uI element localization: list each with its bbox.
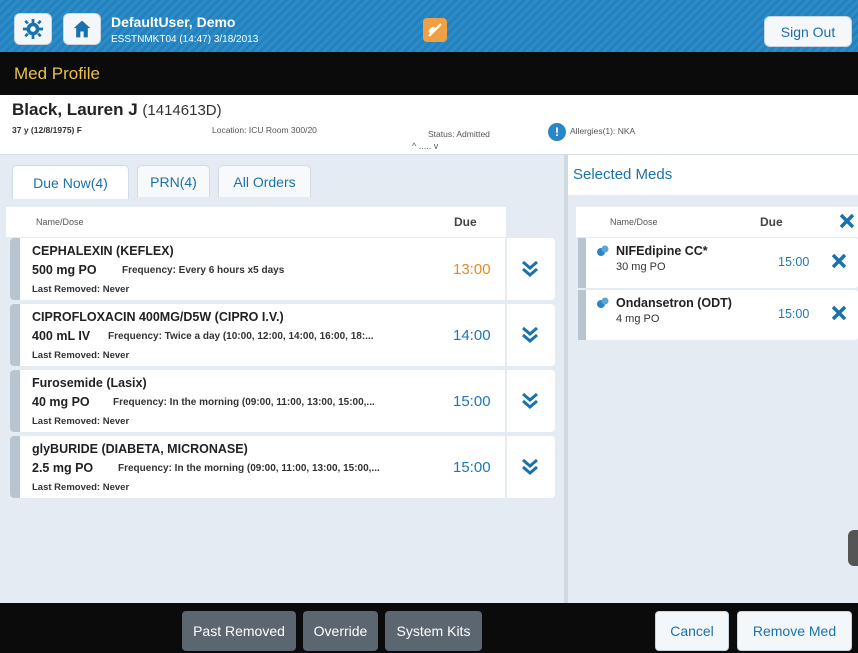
patient-expand-toggle[interactable]: ^ ..... v (412, 141, 438, 151)
alert-icon: ! (548, 123, 566, 141)
tab-due-now[interactable]: Due Now(4) (12, 165, 129, 199)
patient-id: (1414613D) (142, 102, 222, 119)
med-due-time: 13:00 (453, 261, 491, 278)
selected-med-row[interactable]: Ondansetron (ODT) 4 mg PO 15:00 (578, 290, 858, 340)
double-chevron-down-icon[interactable] (520, 392, 540, 410)
med-name: CEPHALEXIN (KEFLEX) (32, 244, 174, 258)
patient-allergies: Allergies(1): NKA (570, 126, 636, 136)
home-icon (73, 20, 91, 38)
action-bar: Past Removed Override System Kits Cancel… (0, 603, 858, 653)
selected-med-due: 15:00 (778, 255, 810, 269)
patient-location: Location: ICU Room 300/20 (212, 125, 317, 135)
med-frequency: Frequency: Every 6 hours x5 days (122, 265, 285, 276)
title-bar: Med Profile (0, 52, 858, 95)
med-row[interactable]: CEPHALEXIN (KEFLEX) 500 mg PO Frequency:… (10, 238, 555, 300)
close-icon[interactable] (838, 212, 856, 230)
patient-name-line: Black, Lauren J (1414613D) (12, 100, 222, 120)
med-frequency: Frequency: In the morning (09:00, 11:00,… (118, 463, 380, 474)
orders-panel: Due Now(4) PRN(4) All Orders Name/Dose D… (0, 155, 564, 603)
column-due[interactable]: Due (454, 215, 477, 229)
selected-med-name: NIFEdipine CC* (616, 244, 708, 258)
med-due-time: 15:00 (453, 459, 491, 476)
system-kits-button[interactable]: System Kits (385, 611, 482, 651)
close-icon[interactable] (830, 304, 848, 322)
patient-status: Status: Admitted (428, 129, 490, 139)
tab-prn[interactable]: PRN(4) (137, 165, 210, 197)
med-name: glyBURIDE (DIABETA, MICRONASE) (32, 442, 248, 456)
med-last-removed: Last Removed: Never (32, 416, 130, 427)
settings-button[interactable] (14, 13, 52, 45)
med-last-removed: Last Removed: Never (32, 482, 130, 493)
patient-header: Black, Lauren J (1414613D) 37 y (12/8/19… (0, 95, 858, 155)
selected-med-due: 15:00 (778, 307, 810, 321)
med-frequency: Frequency: Twice a day (10:00, 12:00, 14… (108, 331, 374, 342)
column-name-dose: Name/Dose (610, 217, 658, 227)
med-row[interactable]: Furosemide (Lasix) 40 mg PO Frequency: I… (10, 370, 555, 432)
med-due-time: 15:00 (453, 393, 491, 410)
drawer-handle[interactable] (848, 530, 858, 566)
sign-out-button[interactable]: Sign Out (764, 16, 852, 47)
selected-med-dose: 30 mg PO (616, 261, 666, 273)
med-dose: 2.5 mg PO (32, 461, 94, 475)
tab-all-orders[interactable]: All Orders (218, 165, 311, 197)
column-due[interactable]: Due (760, 215, 783, 229)
patient-dob: 37 y (12/8/1975) F (12, 125, 82, 135)
past-removed-button[interactable]: Past Removed (182, 611, 296, 651)
override-button[interactable]: Override (303, 611, 378, 651)
med-dose: 40 mg PO (32, 395, 90, 409)
selected-column-header: Name/Dose Due (576, 207, 858, 237)
med-name: CIPROFLOXACIN 400MG/D5W (CIPRO I.V.) (32, 310, 284, 324)
user-session-info: ESSTNMKT04 (14:47) 3/18/2013 (111, 34, 259, 45)
double-chevron-down-icon[interactable] (520, 326, 540, 344)
selected-med-dose: 4 mg PO (616, 313, 660, 325)
remove-med-button[interactable]: Remove Med (737, 611, 852, 651)
selected-med-row[interactable]: NIFEdipine CC* 30 mg PO 15:00 (578, 238, 858, 288)
selected-meds-header: Selected Meds (568, 155, 858, 195)
top-bar: DefaultUser, Demo ESSTNMKT04 (14:47) 3/1… (0, 0, 858, 52)
med-dose: 500 mg PO (32, 263, 97, 277)
page-title: Med Profile (14, 64, 100, 83)
pill-icon (597, 245, 609, 256)
selected-meds-panel: Selected Meds Name/Dose Due NIFEdipine C… (564, 155, 858, 603)
med-dose: 400 mL IV (32, 329, 91, 343)
med-last-removed: Last Removed: Never (32, 350, 130, 361)
double-chevron-down-icon[interactable] (520, 260, 540, 278)
med-frequency: Frequency: In the morning (09:00, 11:00,… (113, 397, 375, 408)
home-button[interactable] (63, 13, 101, 45)
user-name: DefaultUser, Demo (111, 14, 236, 30)
orders-column-header: Name/Dose Due (6, 207, 554, 237)
close-icon[interactable] (830, 252, 848, 270)
cancel-button[interactable]: Cancel (655, 611, 729, 651)
pill-icon (597, 297, 609, 308)
med-row[interactable]: glyBURIDE (DIABETA, MICRONASE) 2.5 mg PO… (10, 436, 555, 498)
med-last-removed: Last Removed: Never (32, 284, 130, 295)
med-row[interactable]: CIPROFLOXACIN 400MG/D5W (CIPRO I.V.) 400… (10, 304, 555, 366)
med-name: Furosemide (Lasix) (32, 376, 147, 390)
double-chevron-down-icon[interactable] (520, 458, 540, 476)
gear-icon (22, 18, 44, 40)
column-name-dose: Name/Dose (36, 217, 84, 227)
med-due-time: 14:00 (453, 327, 491, 344)
pill-override-icon[interactable] (423, 18, 447, 42)
patient-name: Black, Lauren J (12, 100, 138, 119)
selected-meds-title: Selected Meds (573, 166, 673, 183)
pill-icon (428, 23, 442, 37)
selected-med-name: Ondansetron (ODT) (616, 296, 732, 310)
